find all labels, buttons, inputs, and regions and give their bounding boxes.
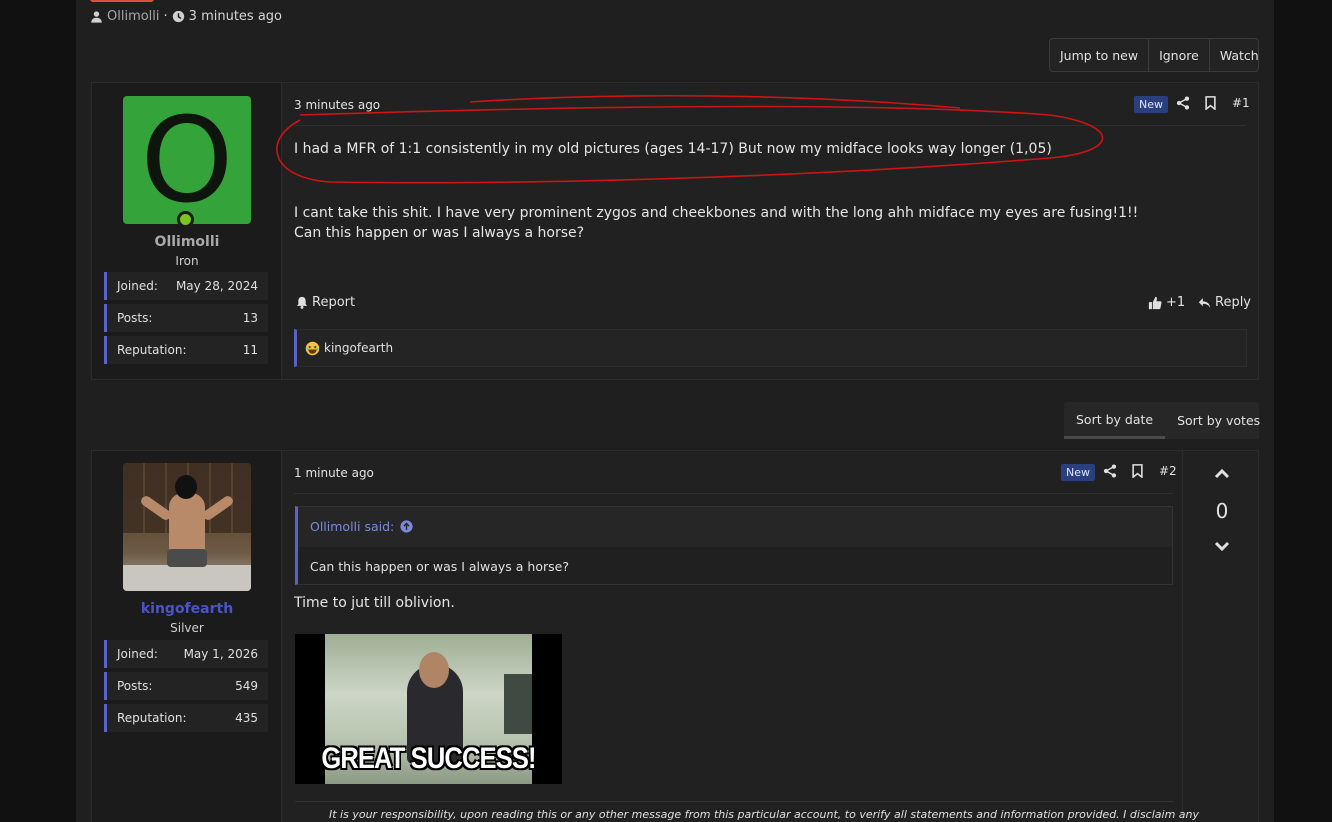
quote-author: Ollimolli said: bbox=[310, 519, 395, 534]
post-1-line-2: I cant take this shit. I have very promi… bbox=[294, 205, 1139, 221]
stat-label: Joined: bbox=[117, 279, 158, 293]
stat-value: May 28, 2024 bbox=[175, 279, 258, 293]
post-1-line-3: Can this happen or was I always a horse? bbox=[294, 225, 585, 241]
thread-prefix-tag bbox=[90, 0, 154, 2]
post-1-time[interactable]: 3 minutes ago bbox=[294, 98, 380, 112]
post-2-number[interactable]: #2 bbox=[1159, 464, 1177, 478]
stat-label: Posts: bbox=[117, 311, 153, 325]
stat-label: Joined: bbox=[117, 647, 158, 661]
post-2-stat-reputation: Reputation: 435 bbox=[104, 704, 268, 732]
stat-label: Reputation: bbox=[117, 343, 187, 357]
signature: It is your responsibility, upon reading … bbox=[329, 808, 1200, 821]
post-1-stat-posts: Posts: 13 bbox=[104, 304, 268, 332]
post-1-user-rank: Iron bbox=[175, 254, 199, 268]
jump-to-new-button[interactable]: Jump to new bbox=[1050, 39, 1150, 71]
reply-icon bbox=[1198, 297, 1211, 308]
arrow-up-circle-icon bbox=[400, 520, 413, 533]
stat-value: May 1, 2026 bbox=[183, 647, 258, 661]
avatar-body bbox=[169, 493, 205, 557]
post-2-stat-posts: Posts: 549 bbox=[104, 672, 268, 700]
avatar-floor bbox=[123, 565, 251, 591]
thread-meta: Ollimolli · 3 minutes ago bbox=[90, 9, 282, 24]
thread-actions: Jump to new Ignore Watch bbox=[1049, 38, 1259, 72]
avatar-head bbox=[175, 475, 197, 499]
bell-icon bbox=[296, 296, 308, 309]
gif-shelf bbox=[504, 674, 532, 734]
post-1-line-1: I had a MFR of 1:1 consistently in my ol… bbox=[294, 141, 1052, 157]
post-1-stat-joined: Joined: May 28, 2024 bbox=[104, 272, 268, 300]
sort-tabs: Sort by date Sort by votes bbox=[1064, 402, 1260, 439]
like-button[interactable]: +1 bbox=[1148, 295, 1185, 310]
post-header-divider bbox=[294, 493, 1173, 494]
post-1-stat-reputation: Reputation: 11 bbox=[104, 336, 268, 364]
share-icon[interactable] bbox=[1176, 96, 1190, 110]
new-badge: New bbox=[1134, 96, 1168, 113]
new-badge: New bbox=[1061, 464, 1095, 481]
post-header-divider bbox=[294, 125, 1246, 126]
stat-value: 11 bbox=[242, 343, 258, 357]
post-1-avatar[interactable]: O bbox=[123, 96, 251, 224]
stat-label: Reputation: bbox=[117, 711, 187, 725]
meta-separator: · bbox=[163, 9, 168, 24]
stat-value: 435 bbox=[235, 711, 258, 725]
borat-gif[interactable]: GREAT SUCCESS! bbox=[295, 634, 562, 784]
post-2-username[interactable]: kingofearth bbox=[92, 601, 282, 617]
bookmark-icon[interactable] bbox=[1204, 96, 1217, 110]
laughing-emoji-icon bbox=[305, 341, 320, 355]
avatar-letter: O bbox=[140, 91, 234, 229]
quote-block: Ollimolli said: Can this happen or was I… bbox=[295, 506, 1173, 585]
gif-caption: GREAT SUCCESS! bbox=[321, 742, 536, 775]
upvote-icon[interactable] bbox=[1214, 467, 1230, 479]
like-count: +1 bbox=[1166, 295, 1186, 310]
avatar-shorts bbox=[167, 549, 207, 567]
post-2-user-column: kingofearth Silver Joined: May 1, 2026 Po… bbox=[92, 451, 282, 822]
user-icon bbox=[91, 11, 102, 23]
vote-column: 0 bbox=[1182, 451, 1260, 822]
reactions-bar[interactable]: kingofearth bbox=[294, 329, 1247, 367]
post-2: kingofearth Silver Joined: May 1, 2026 Po… bbox=[91, 450, 1259, 822]
ignore-button[interactable]: Ignore bbox=[1149, 39, 1210, 71]
post-2-time[interactable]: 1 minute ago bbox=[294, 466, 374, 480]
post-1: O Ollimolli Iron Joined: May 28, 2024 Pos… bbox=[91, 82, 1259, 380]
downvote-icon[interactable] bbox=[1214, 541, 1230, 553]
clock-icon bbox=[172, 10, 184, 23]
thread-author-link[interactable]: Ollimolli bbox=[107, 9, 160, 24]
reply-label: Reply bbox=[1215, 295, 1252, 310]
bookmark-icon[interactable] bbox=[1131, 464, 1144, 478]
share-icon[interactable] bbox=[1103, 464, 1117, 478]
stat-value[interactable]: 549 bbox=[235, 679, 258, 693]
stat-value[interactable]: 13 bbox=[243, 311, 258, 325]
post-1-user-column: O Ollimolli Iron Joined: May 28, 2024 Pos… bbox=[92, 83, 282, 379]
post-2-avatar[interactable] bbox=[123, 463, 251, 591]
quote-text: Can this happen or was I always a horse? bbox=[298, 547, 1172, 584]
post-1-number[interactable]: #1 bbox=[1232, 96, 1250, 110]
report-button[interactable]: Report bbox=[296, 295, 355, 310]
stat-label: Posts: bbox=[117, 679, 153, 693]
post-2-user-rank: Silver bbox=[170, 621, 204, 635]
post-2-stat-joined: Joined: May 1, 2026 bbox=[104, 640, 268, 668]
reply-button[interactable]: Reply bbox=[1198, 295, 1251, 310]
thread-time[interactable]: 3 minutes ago bbox=[189, 9, 282, 24]
sort-by-votes-tab[interactable]: Sort by votes bbox=[1165, 402, 1272, 439]
post-2-text: Time to jut till oblivion. bbox=[294, 595, 455, 611]
signature-divider bbox=[295, 801, 1173, 802]
gif-face bbox=[419, 652, 449, 688]
watch-button[interactable]: Watch bbox=[1210, 39, 1269, 71]
quote-author-link[interactable]: Ollimolli said: bbox=[310, 519, 413, 534]
report-label: Report bbox=[312, 295, 356, 310]
thumbs-up-icon bbox=[1148, 296, 1162, 309]
reaction-user-link[interactable]: kingofearth bbox=[324, 341, 393, 355]
online-status-indicator bbox=[177, 211, 194, 228]
vote-count: 0 bbox=[1215, 499, 1229, 523]
sort-by-date-tab[interactable]: Sort by date bbox=[1064, 402, 1166, 439]
post-1-username[interactable]: Ollimolli bbox=[92, 234, 282, 250]
